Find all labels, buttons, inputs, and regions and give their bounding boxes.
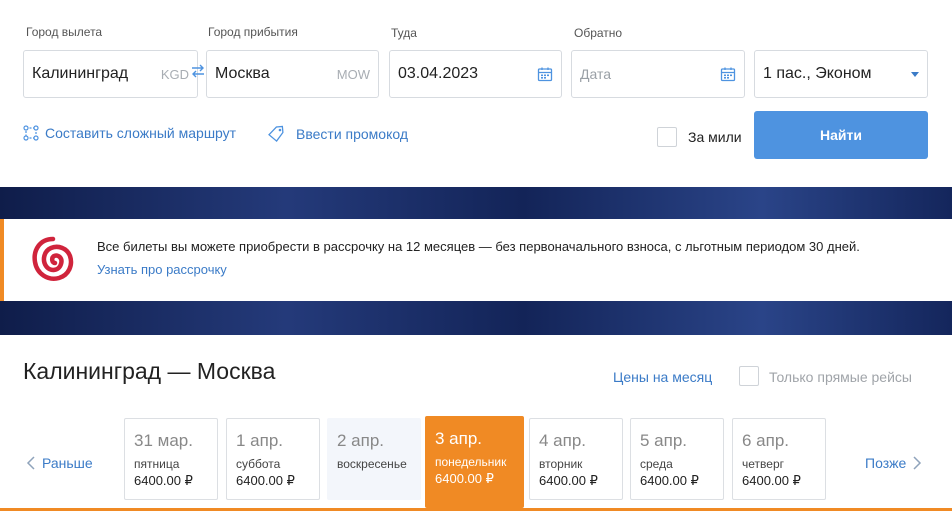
banner-background <box>0 187 952 219</box>
installment-link[interactable]: Узнать про рассрочку <box>97 262 227 277</box>
calendar-icon[interactable] <box>537 66 553 82</box>
to-city-code: MOW <box>336 66 370 82</box>
return-date-field[interactable]: Дата <box>571 50 745 98</box>
day-price: 6400.00 ₽ <box>236 473 295 488</box>
chevron-down-icon <box>911 71 919 77</box>
swap-icon[interactable] <box>190 63 206 79</box>
earlier-link[interactable]: Раньше <box>26 455 93 471</box>
to-label: Город прибытия <box>208 25 298 39</box>
search-panel: Город вылета Город прибытия Туда Обратно… <box>0 0 952 187</box>
day-date: 1 апр. <box>236 431 284 450</box>
day-card[interactable]: 5 апр. среда 6400.00 ₽ <box>630 418 724 500</box>
day-card[interactable]: 6 апр. четверг 6400.00 ₽ <box>732 418 826 500</box>
installment-promo <box>0 219 952 301</box>
chevron-right-icon <box>913 456 922 470</box>
direct-only-label: Только прямые рейсы <box>769 369 912 385</box>
day-price: 6400.00 ₽ <box>742 473 801 488</box>
to-city-field[interactable]: Москва MOW <box>206 50 379 98</box>
day-weekday: среда <box>640 457 673 471</box>
miles-checkbox[interactable] <box>657 127 677 147</box>
later-label: Позже <box>865 455 907 471</box>
route-icon <box>23 125 39 141</box>
find-button[interactable]: Найти <box>754 111 928 159</box>
miles-label: За мили <box>688 129 742 145</box>
depart-date-field[interactable]: 03.04.2023 <box>389 50 562 98</box>
month-prices-link[interactable]: Цены на месяц <box>613 369 712 385</box>
direct-only-checkbox[interactable] <box>739 366 759 386</box>
calendar-icon[interactable] <box>720 66 736 82</box>
installment-logo-icon <box>29 236 77 284</box>
day-card[interactable]: 31 мар. пятница 6400.00 ₽ <box>124 418 218 500</box>
from-city-value: Калининград <box>32 65 129 82</box>
day-date: 3 апр. <box>435 429 483 448</box>
day-date: 6 апр. <box>742 431 790 450</box>
day-price: 6400.00 ₽ <box>539 473 598 488</box>
day-price: 6400.00 ₽ <box>640 473 699 488</box>
installment-text: Все билеты вы можете приобрести в рассро… <box>97 239 860 254</box>
earlier-label: Раньше <box>42 455 93 471</box>
return-label: Обратно <box>574 26 623 40</box>
banner-background <box>0 301 952 335</box>
complex-route-label: Составить сложный маршрут <box>45 125 237 141</box>
day-price: 6400.00 ₽ <box>435 471 494 486</box>
depart-label: Туда <box>391 26 417 40</box>
to-city-value: Москва <box>215 65 270 82</box>
later-link[interactable]: Позже <box>865 455 922 471</box>
day-date: 31 мар. <box>134 431 193 450</box>
day-date: 5 апр. <box>640 431 688 450</box>
day-card-selected[interactable]: 3 апр. понедельник 6400.00 ₽ <box>425 416 524 508</box>
day-weekday: четверг <box>742 457 784 471</box>
passengers-select[interactable]: 1 пас., Эконом <box>754 50 928 98</box>
return-date-placeholder: Дата <box>580 66 612 82</box>
from-city-field[interactable]: Калининград KGD <box>23 50 198 98</box>
day-card[interactable]: 4 апр. вторник 6400.00 ₽ <box>529 418 623 500</box>
day-weekday: понедельник <box>435 455 507 469</box>
route-title: Калининград — Москва <box>23 358 276 384</box>
from-label: Город вылета <box>26 25 103 39</box>
day-price: 6400.00 ₽ <box>134 473 193 488</box>
day-weekday: пятница <box>134 457 180 471</box>
day-card[interactable]: 1 апр. суббота 6400.00 ₽ <box>226 418 320 500</box>
day-weekday: вторник <box>539 457 583 471</box>
day-date: 2 апр. <box>337 431 385 450</box>
day-date: 4 апр. <box>539 431 587 450</box>
depart-date-value: 03.04.2023 <box>398 65 479 82</box>
passengers-value: 1 пас., Эконом <box>763 65 872 82</box>
complex-route-link[interactable]: Составить сложный маршрут <box>23 125 236 141</box>
tag-icon <box>268 125 284 143</box>
day-weekday: воскресенье <box>337 457 407 471</box>
promo-code-label: Ввести промокод <box>296 126 409 142</box>
from-city-code: KGD <box>160 66 189 82</box>
promo-code-link[interactable]: Ввести промокод <box>267 125 408 143</box>
day-weekday: суббота <box>236 457 281 471</box>
chevron-left-icon <box>26 456 35 470</box>
day-card: 2 апр. воскресенье <box>327 418 421 500</box>
